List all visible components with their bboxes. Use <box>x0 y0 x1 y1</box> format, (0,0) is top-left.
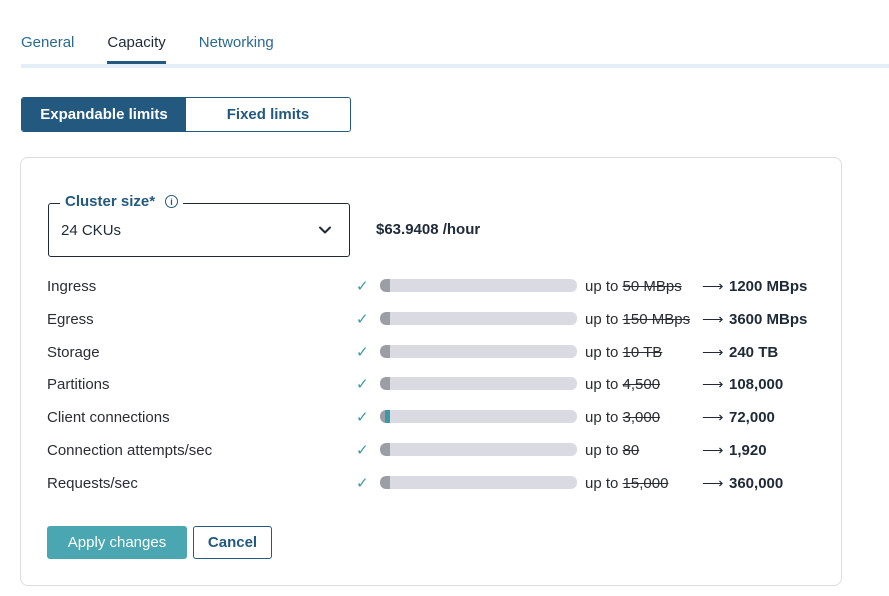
arrow-right-icon: ⟶ <box>702 474 724 492</box>
limit-row: Egress ✓ up to 150 MBps ⟶ 3600 MBps <box>21 307 841 340</box>
check-icon: ✓ <box>356 409 369 427</box>
limit-row: Client connections ✓ up to 3,000 ⟶ 72,00… <box>21 405 841 438</box>
old-limit: up to 150 MBps <box>585 311 690 328</box>
upto-label: up to <box>585 474 619 492</box>
chevron-down-icon <box>319 226 331 234</box>
tab-capacity[interactable]: Capacity <box>107 34 167 64</box>
usage-bar-fill <box>380 311 390 325</box>
upto-label: up to <box>585 376 619 394</box>
check-icon: ✓ <box>356 376 369 394</box>
old-limit-value: 80 <box>622 441 640 459</box>
old-limit-value: 150 MBps <box>622 310 691 328</box>
apply-changes-button[interactable]: Apply changes <box>47 526 187 559</box>
old-limit-value: 10 TB <box>622 343 663 361</box>
limits-toggle: Expandable limits Fixed limits <box>21 97 351 132</box>
limit-row: Connection attempts/sec ✓ up to 80 ⟶ 1,9… <box>21 438 841 471</box>
arrow-right-icon: ⟶ <box>702 310 724 328</box>
upto-label: up to <box>585 310 619 328</box>
tab-general[interactable]: General <box>21 34 74 63</box>
tab-divider <box>21 64 889 68</box>
arrow-right-icon: ⟶ <box>702 343 724 361</box>
new-limit-value: 3600 MBps <box>729 310 808 328</box>
upto-label: up to <box>585 409 619 427</box>
tab-bar: General Capacity Networking <box>21 34 307 64</box>
usage-bar <box>380 410 577 424</box>
check-icon: ✓ <box>356 441 369 459</box>
limit-label: Ingress <box>47 278 97 295</box>
arrow-right-icon: ⟶ <box>702 441 724 459</box>
old-limit-value: 4,500 <box>622 376 661 394</box>
limit-row: Ingress ✓ up to 50 MBps ⟶ 1200 MBps <box>21 274 841 307</box>
new-limit-value: 108,000 <box>729 376 784 394</box>
arrow-right-icon: ⟶ <box>702 409 724 427</box>
expandable-limits-button[interactable]: Expandable limits <box>22 98 186 131</box>
usage-bar <box>380 377 577 391</box>
old-limit-value: 3,000 <box>622 409 661 427</box>
arrow-right-icon: ⟶ <box>702 376 724 394</box>
old-limit: up to 3,000 <box>585 409 660 426</box>
limit-row: Storage ✓ up to 10 TB ⟶ 240 TB <box>21 340 841 373</box>
limit-label: Requests/sec <box>47 474 138 492</box>
cluster-size-legend: Cluster size* i <box>60 193 184 210</box>
usage-bar-fill <box>380 279 390 292</box>
old-limit: up to 80 <box>585 442 639 459</box>
info-icon[interactable]: i <box>165 195 179 208</box>
usage-bar <box>380 442 577 456</box>
check-icon: ✓ <box>356 343 369 361</box>
upto-label: up to <box>585 343 619 361</box>
limit-label: Egress <box>47 310 94 328</box>
old-limit: up to 15,000 <box>585 475 668 492</box>
usage-bar <box>380 279 577 292</box>
old-limit: up to 10 TB <box>585 344 662 361</box>
new-limit-value: 1,920 <box>729 441 767 459</box>
usage-bar-fill <box>380 410 390 424</box>
usage-bar <box>380 311 577 325</box>
check-icon: ✓ <box>356 278 369 295</box>
old-limit-value: 15,000 <box>622 474 669 492</box>
tab-networking[interactable]: Networking <box>199 34 274 63</box>
usage-bar-fill <box>380 475 390 489</box>
upto-label: up to <box>585 278 619 295</box>
cancel-button[interactable]: Cancel <box>193 526 272 559</box>
limit-row: Partitions ✓ up to 4,500 ⟶ 108,000 <box>21 372 841 405</box>
arrow-right-icon: ⟶ <box>702 278 724 295</box>
new-limit-value: 1200 MBps <box>729 278 808 295</box>
old-limit: up to 4,500 <box>585 376 660 393</box>
new-limit-value: 72,000 <box>729 409 775 427</box>
check-icon: ✓ <box>356 474 369 492</box>
limits-list: Ingress ✓ up to 50 MBps ⟶ 1200 MBps Egre… <box>21 274 841 504</box>
limit-label: Client connections <box>47 409 170 427</box>
old-limit-value: 50 MBps <box>622 278 682 295</box>
limit-row: Requests/sec ✓ up to 15,000 ⟶ 360,000 <box>21 471 841 504</box>
capacity-card: Cluster size* i 24 CKUs $63.9408 /hour I… <box>20 157 842 586</box>
fixed-limits-button[interactable]: Fixed limits <box>186 98 350 131</box>
limit-label: Partitions <box>47 376 110 394</box>
cluster-size-value: 24 CKUs <box>61 222 122 239</box>
usage-bar-fill <box>380 442 390 456</box>
old-limit: up to 50 MBps <box>585 278 682 295</box>
usage-bar <box>380 344 577 358</box>
hourly-price: $63.9408 /hour <box>376 221 481 238</box>
cluster-size-select[interactable]: Cluster size* i 24 CKUs <box>48 193 350 257</box>
limit-label: Connection attempts/sec <box>47 441 213 459</box>
upto-label: up to <box>585 441 619 459</box>
usage-bar-fill <box>380 344 390 358</box>
usage-bar <box>380 475 577 489</box>
check-icon: ✓ <box>356 310 369 328</box>
usage-bar-fill <box>380 377 390 391</box>
new-limit-value: 360,000 <box>729 474 784 492</box>
new-limit-value: 240 TB <box>729 343 779 361</box>
limit-label: Storage <box>47 343 100 361</box>
cluster-size-label: Cluster size* <box>65 193 156 210</box>
